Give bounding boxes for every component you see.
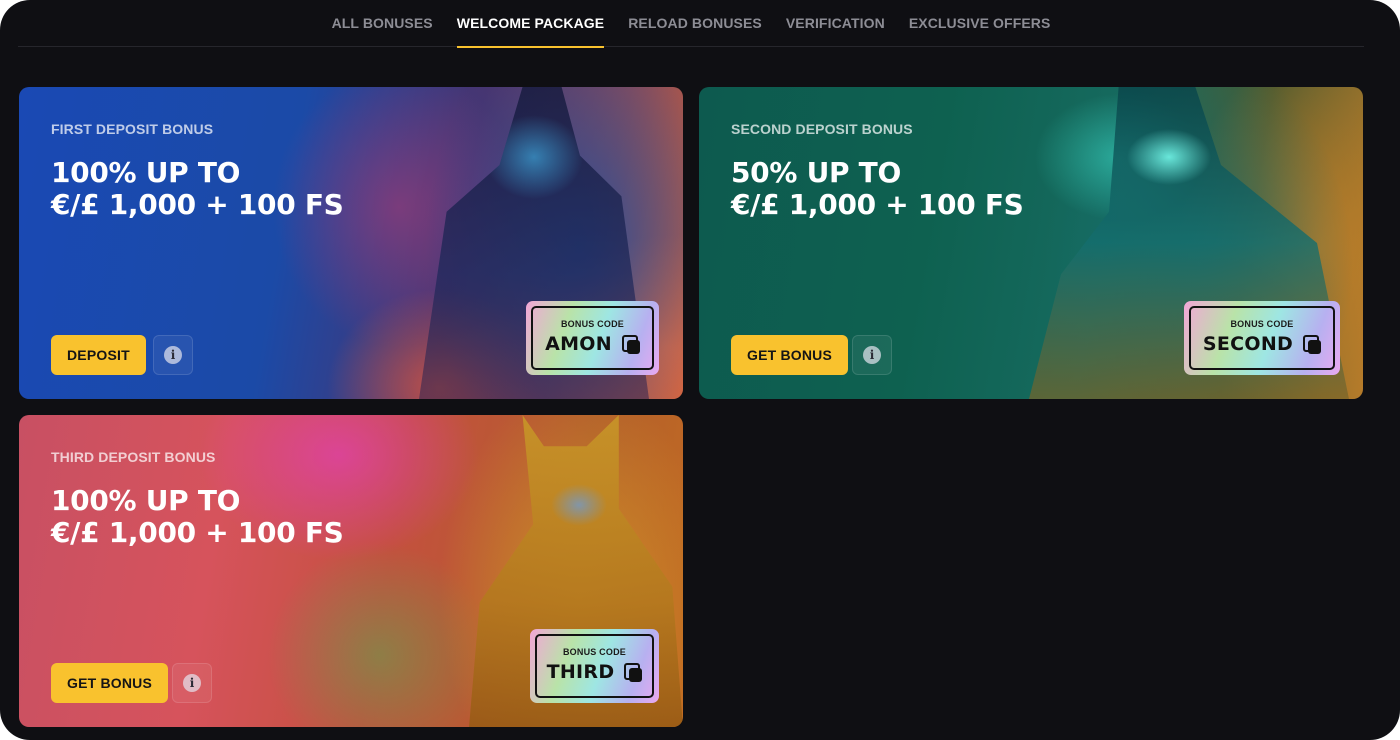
info-icon: i (863, 346, 881, 364)
tab-reload-bonuses[interactable]: RELOAD BONUSES (628, 0, 762, 47)
bonus-page: ALL BONUSES WELCOME PACKAGE RELOAD BONUS… (0, 0, 1400, 740)
bonus-title: 100% UP TO €/£ 1,000 + 100 FS (51, 485, 471, 549)
info-icon: i (164, 346, 182, 364)
info-button[interactable]: i (153, 335, 193, 375)
bonus-code-caption: BONUS CODE (1230, 319, 1294, 329)
bonus-code-value: SECOND (1202, 333, 1294, 355)
bonus-title: 50% UP TO €/£ 1,000 + 100 FS (731, 157, 1151, 221)
bonus-label: THIRD DEPOSIT BONUS (51, 449, 216, 465)
deposit-button[interactable]: DEPOSIT (51, 335, 146, 375)
bonus-title-line-2: €/£ 1,000 + 100 FS (51, 188, 344, 221)
copy-icon[interactable] (624, 662, 643, 682)
tab-welcome-package[interactable]: WELCOME PACKAGE (456, 0, 605, 48)
bonus-code-frame: BONUS CODE AMON (531, 306, 654, 370)
bonus-title-line-1: 50% UP TO (731, 156, 901, 189)
bonus-code-frame: BONUS CODE SECOND (1189, 306, 1335, 370)
bonus-tabs: ALL BONUSES WELCOME PACKAGE RELOAD BONUS… (18, 0, 1364, 48)
tab-all-bonuses[interactable]: ALL BONUSES (332, 0, 433, 47)
bonus-code-frame: BONUS CODE THIRD (535, 634, 654, 698)
bonus-code-box[interactable]: BONUS CODE THIRD (530, 629, 659, 703)
tab-verification[interactable]: VERIFICATION (786, 0, 885, 47)
third-deposit-bonus-card: THIRD DEPOSIT BONUS 100% UP TO €/£ 1,000… (19, 415, 683, 727)
first-deposit-bonus-card: FIRST DEPOSIT BONUS 100% UP TO €/£ 1,000… (19, 87, 683, 399)
info-button[interactable]: i (172, 663, 212, 703)
get-bonus-button[interactable]: GET BONUS (731, 335, 849, 375)
bonus-code-caption: BONUS CODE (562, 647, 626, 657)
tab-exclusive-offers[interactable]: EXCLUSIVE OFFERS (909, 0, 1051, 47)
bonus-label: FIRST DEPOSIT BONUS (51, 121, 214, 137)
bonus-title-line-2: €/£ 1,000 + 100 FS (731, 188, 1024, 221)
bonus-code-caption: BONUS CODE (560, 319, 624, 329)
bonus-title-line-1: 100% UP TO (51, 156, 241, 189)
bonus-title-line-1: 100% UP TO (51, 484, 241, 517)
bonus-title-line-2: €/£ 1,000 + 100 FS (51, 516, 344, 549)
bonus-title: 100% UP TO €/£ 1,000 + 100 FS (51, 157, 471, 221)
copy-icon[interactable] (1303, 334, 1322, 354)
bonus-code-box[interactable]: BONUS CODE AMON (526, 301, 659, 375)
second-deposit-bonus-card: SECOND DEPOSIT BONUS 50% UP TO €/£ 1,000… (699, 87, 1363, 399)
info-button[interactable]: i (852, 335, 892, 375)
bonus-label: SECOND DEPOSIT BONUS (731, 121, 913, 137)
copy-icon[interactable] (621, 334, 640, 354)
bonus-code-box[interactable]: BONUS CODE SECOND (1184, 301, 1340, 375)
bonus-code-value: AMON (545, 333, 612, 355)
info-icon: i (183, 674, 201, 692)
bonus-code-value: THIRD (546, 661, 615, 683)
get-bonus-button[interactable]: GET BONUS (51, 663, 169, 703)
